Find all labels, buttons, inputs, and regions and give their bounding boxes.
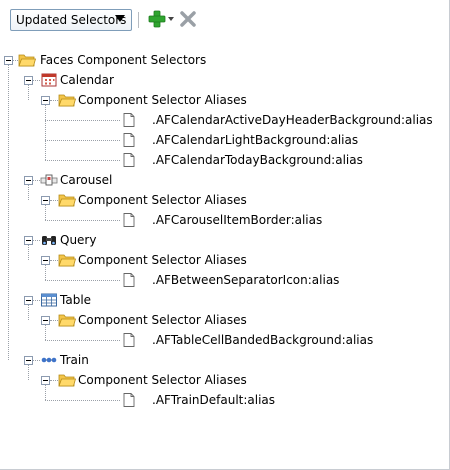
collapse-icon[interactable] (41, 316, 50, 325)
file-icon (120, 392, 138, 408)
tree-connector (45, 280, 120, 281)
calendar-icon (40, 72, 58, 88)
tree-connector (8, 65, 9, 360)
collapse-icon[interactable] (41, 256, 50, 265)
toolbar: Updated Selectors (0, 0, 449, 48)
selector-dropdown[interactable]: Updated Selectors (10, 9, 132, 31)
tree-node-label: Component Selector Aliases (78, 193, 247, 207)
tree-folder-aliases[interactable]: Component Selector Aliases (0, 310, 449, 330)
folder-icon (58, 312, 77, 328)
add-icon[interactable] (147, 9, 167, 29)
tree-node-label: Train (60, 353, 89, 367)
tree-node-label: Component Selector Aliases (78, 253, 247, 267)
tree-connector (45, 325, 46, 340)
tree-node-label: .AFTableCellBandedBackground:alias (152, 333, 374, 347)
tree-connector (45, 140, 120, 141)
collapse-icon[interactable] (24, 296, 33, 305)
tree-connector (28, 85, 29, 100)
file-icon (120, 332, 138, 348)
binoculars-icon (40, 232, 58, 248)
tree-node-label: Table (60, 293, 92, 307)
tree-group-calendar[interactable]: Calendar (0, 70, 449, 90)
tree-node-label: Component Selector Aliases (78, 373, 247, 387)
folder-icon (18, 52, 37, 68)
selectors-panel: Updated Selectors Faces Component Select… (0, 0, 450, 470)
tree-connector (33, 300, 40, 301)
folder-icon (58, 252, 77, 268)
tree-node-label: .AFCalendarTodayBackground:alias (152, 153, 363, 167)
tree-connector (33, 360, 40, 361)
collapse-icon[interactable] (4, 56, 13, 65)
tree-connector (45, 265, 46, 280)
tree-node-label: .AFTrainDefault:alias (152, 393, 276, 407)
folder-icon (58, 92, 77, 108)
selector-value: Updated Selectors (16, 13, 127, 27)
train-icon (40, 352, 58, 368)
folder-icon (58, 372, 77, 388)
tree-group-carousel[interactable]: Carousel (0, 170, 449, 190)
tree-connector (28, 365, 29, 380)
tree-node-label: Calendar (60, 73, 114, 87)
tree-group-table[interactable]: Table (0, 290, 449, 310)
tree-connector (45, 220, 120, 221)
collapse-icon[interactable] (24, 356, 33, 365)
tree-connector (33, 80, 40, 81)
tree-connector (28, 305, 29, 320)
folder-icon (58, 192, 77, 208)
tree-node-label: Faces Component Selectors (40, 53, 207, 67)
tree-folder-aliases[interactable]: Component Selector Aliases (0, 370, 449, 390)
tree-connector (45, 120, 120, 121)
tree-connector (45, 205, 46, 220)
file-icon (120, 152, 138, 168)
delete-icon[interactable] (178, 9, 198, 29)
add-dropdown-icon[interactable] (168, 17, 174, 21)
collapse-icon[interactable] (41, 196, 50, 205)
tree-group-train[interactable]: Train (0, 350, 449, 370)
tree-node-label: .AFCalendarActiveDayHeaderBackground:ali… (152, 113, 433, 127)
tree-node-label: .AFBetweenSeparatorIcon:alias (152, 273, 340, 287)
tree-connector (50, 100, 58, 101)
tree-node-label: Component Selector Aliases (78, 313, 247, 327)
tree-connector (50, 320, 58, 321)
tree-connector (28, 185, 29, 200)
tree-connector (45, 400, 120, 401)
tree-connector (45, 385, 46, 400)
tree-connector (50, 380, 58, 381)
tree-node-label: Carousel (60, 173, 113, 187)
tree-node-label: Component Selector Aliases (78, 93, 247, 107)
file-icon (120, 112, 138, 128)
tree-connector (45, 105, 46, 160)
tree-connector (45, 340, 120, 341)
tree-connector (45, 160, 120, 161)
collapse-icon[interactable] (41, 96, 50, 105)
tree-connector (50, 200, 58, 201)
tree-connector (28, 245, 29, 260)
collapse-icon[interactable] (24, 236, 33, 245)
file-icon (120, 272, 138, 288)
table-icon (40, 292, 58, 308)
tree-connector (50, 260, 58, 261)
file-icon (120, 212, 138, 228)
file-icon (120, 132, 138, 148)
tree-root[interactable]: Faces Component Selectors (0, 50, 449, 70)
collapse-icon[interactable] (41, 376, 50, 385)
tree-folder-aliases[interactable]: Component Selector Aliases (0, 90, 449, 110)
carousel-icon (40, 172, 58, 188)
tree-folder-aliases[interactable]: Component Selector Aliases (0, 190, 449, 210)
tree-node-label: .AFCarouselItemBorder:alias (152, 213, 323, 227)
collapse-icon[interactable] (24, 76, 33, 85)
tree-connector (33, 180, 40, 181)
tree-node-label: Query (60, 233, 97, 247)
tree-node-label: .AFCalendarLightBackground:alias (152, 133, 359, 147)
selector-tree: Faces Component Selectors Calendar Compo… (0, 48, 449, 469)
tree-group-query[interactable]: Query (0, 230, 449, 250)
tree-connector (33, 240, 40, 241)
collapse-icon[interactable] (24, 176, 33, 185)
tree-folder-aliases[interactable]: Component Selector Aliases (0, 250, 449, 270)
chevron-down-icon (115, 15, 125, 22)
toolbar-separator (138, 12, 139, 28)
